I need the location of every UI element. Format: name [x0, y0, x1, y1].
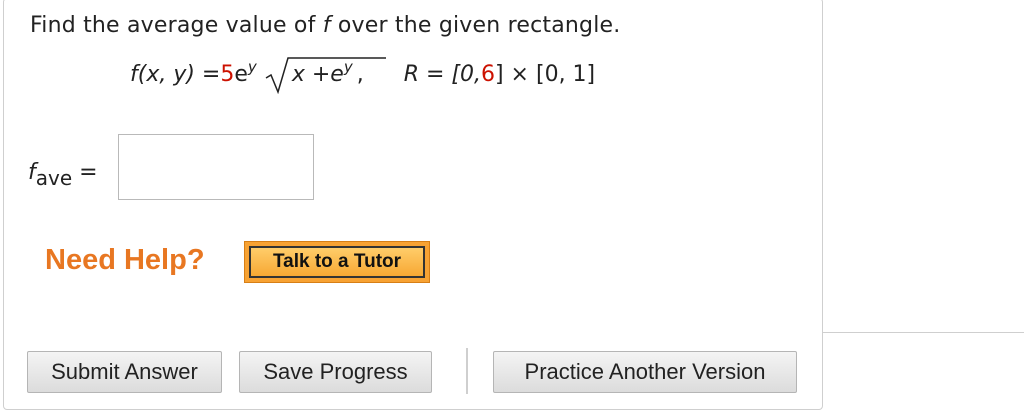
save-progress-button[interactable]: Save Progress [239, 351, 432, 393]
question-suffix: over the given rectangle. [330, 13, 621, 38]
talk-to-tutor-button[interactable]: Talk to a Tutor [244, 241, 430, 283]
answer-label: fave = [28, 160, 98, 190]
radicand-exp: y [343, 58, 353, 76]
answer-input[interactable] [118, 134, 314, 200]
question-var: f [322, 13, 331, 38]
radical-sign-icon [265, 57, 386, 94]
submit-answer-button[interactable]: Submit Answer [27, 351, 222, 393]
formula-exp: y [247, 58, 257, 76]
answer-label-sub: ave [35, 166, 73, 190]
answer-label-eq: = [72, 160, 98, 185]
formula-base: e [234, 62, 248, 87]
formula-coef: 5 [220, 62, 235, 87]
question-prefix: Find the average value of [30, 13, 323, 38]
region-suffix: ] × [0, 1] [494, 62, 596, 87]
sqrt-radical: x + ey [265, 57, 386, 94]
button-separator [466, 348, 468, 394]
question-text: Find the average value of f over the giv… [30, 13, 620, 38]
need-help-heading: Need Help? [45, 244, 205, 276]
formula-lhs: f(x, y) = [130, 62, 221, 87]
function-formula: f(x, y) = 5ey x + ey , R = [0, 6] × [0, … [130, 57, 596, 112]
region-highlight: 6 [480, 62, 495, 87]
practice-another-version-button[interactable]: Practice Another Version [493, 351, 797, 393]
talk-to-tutor-label: Talk to a Tutor [249, 246, 425, 278]
answer-label-main: f [28, 160, 36, 185]
region-prefix: R = [0, [403, 62, 481, 87]
divider-line [823, 332, 1024, 333]
